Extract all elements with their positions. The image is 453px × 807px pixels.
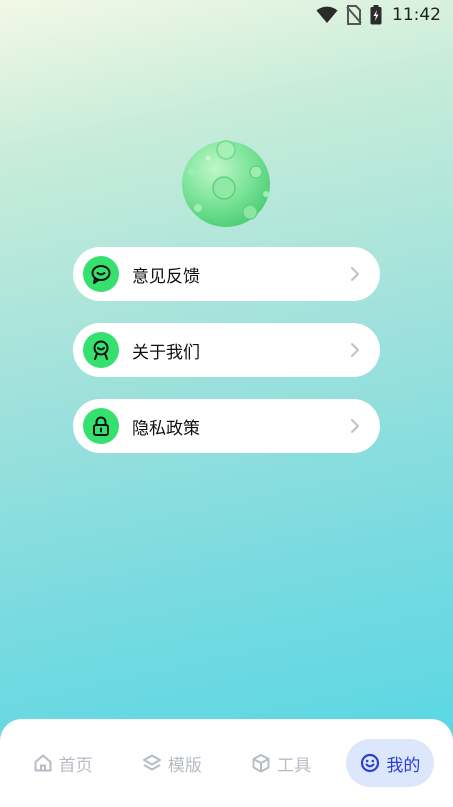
tab-label: 首页	[58, 755, 93, 776]
chevron-right-icon	[350, 418, 360, 434]
planet-illustration	[178, 138, 274, 230]
chevron-right-icon	[350, 342, 360, 358]
badge-icon	[83, 332, 119, 368]
menu-item-label: 意见反馈	[132, 266, 200, 287]
tab-label: 工具	[277, 755, 312, 776]
tab-label: 我的	[386, 755, 421, 776]
chevron-right-icon	[350, 266, 360, 282]
lock-icon	[83, 408, 119, 444]
menu-item-feedback[interactable]: 意见反馈	[73, 247, 380, 301]
home-icon	[34, 754, 52, 772]
tab-label: 模版	[167, 755, 202, 776]
smiley-icon	[361, 753, 380, 773]
tab-templates[interactable]: 模版	[128, 739, 216, 787]
no-sim-icon	[346, 5, 362, 25]
status-time: 11:42	[392, 5, 441, 25]
tab-mine[interactable]: 我的	[346, 739, 435, 787]
battery-charging-icon	[370, 5, 382, 25]
box-icon	[252, 754, 270, 773]
menu-item-label: 关于我们	[132, 342, 200, 363]
bottom-nav: 首页 模版 工具 我的	[0, 719, 453, 807]
tab-home[interactable]: 首页	[19, 739, 107, 787]
tab-tools[interactable]: 工具	[237, 739, 325, 787]
menu-item-label: 隐私政策	[132, 418, 200, 439]
layers-icon	[142, 754, 161, 771]
status-bar: 11:42	[0, 0, 453, 30]
chat-bubble-icon	[83, 256, 119, 292]
menu-item-about[interactable]: 关于我们	[73, 323, 380, 377]
settings-menu: 意见反馈 关于我们 隐私政策	[73, 247, 380, 453]
menu-item-privacy[interactable]: 隐私政策	[73, 399, 380, 453]
wifi-icon	[316, 6, 338, 24]
